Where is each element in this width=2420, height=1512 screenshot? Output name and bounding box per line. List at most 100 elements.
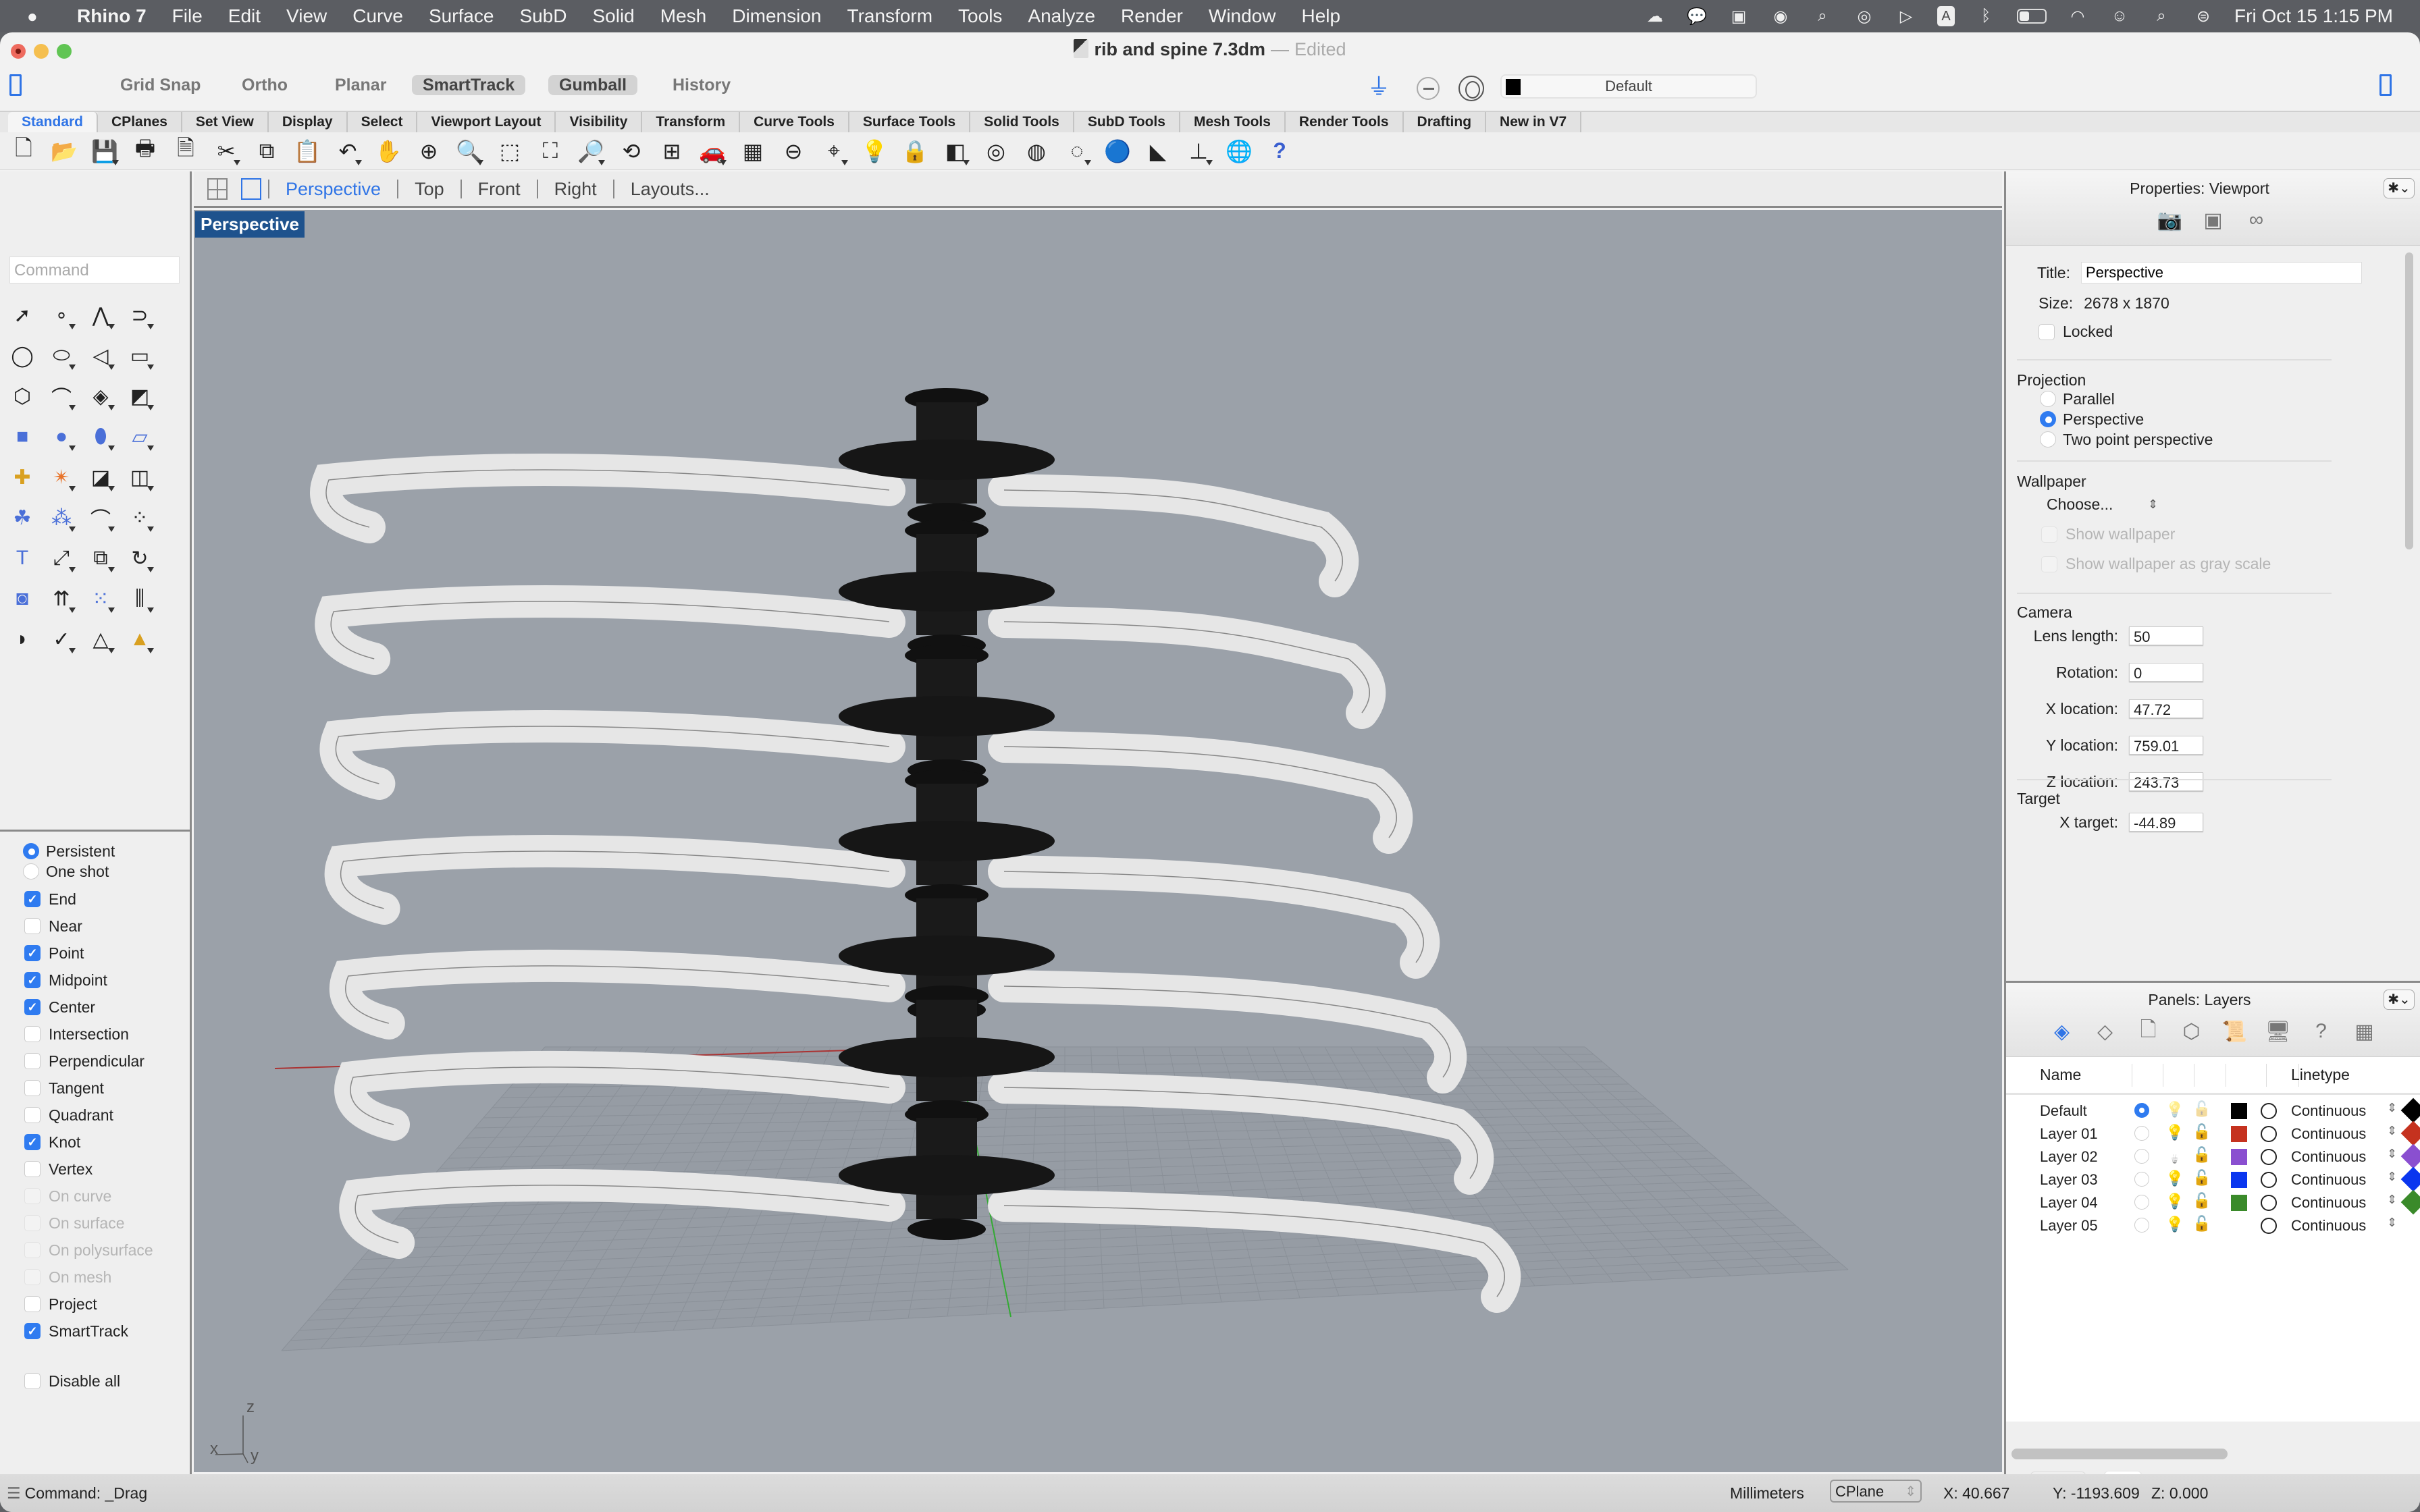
osnap-on-curve[interactable]: On curve [0, 1183, 192, 1210]
polyline-icon[interactable]: ⋀ [85, 300, 116, 331]
cplane-select[interactable]: CPlane [1830, 1480, 1922, 1503]
split-icon[interactable]: ◫ [124, 462, 155, 493]
menu-dimension[interactable]: Dimension [732, 5, 821, 27]
osnap-on-mesh[interactable]: On mesh [0, 1264, 192, 1291]
toolbar-tab-select[interactable]: Select [347, 112, 418, 132]
light-bulb-icon[interactable]: 💡 [2165, 1124, 2184, 1141]
toolbar-tab-solid-tools[interactable]: Solid Tools [970, 112, 1074, 132]
viewport-title-field[interactable] [2081, 262, 2362, 284]
viewport-tab-right[interactable]: Right [538, 179, 614, 198]
arc-icon[interactable]: ◁ [85, 340, 116, 371]
menu-analyze[interactable]: Analyze [1028, 5, 1095, 27]
radio-button[interactable] [23, 863, 39, 880]
units-label[interactable]: Millimeters [1730, 1484, 1804, 1503]
left-sidebar-toggle-icon[interactable] [9, 74, 22, 96]
link-icon[interactable]: ∞ [2243, 207, 2270, 234]
layer-name[interactable]: Layer 02 [2040, 1148, 2098, 1166]
properties-options-button[interactable]: ✱⌄ [2384, 178, 2415, 198]
unlocked-padlock-icon[interactable]: 🔓 [2192, 1169, 2211, 1187]
properties-icon[interactable]: 🗎 [170, 136, 201, 167]
bend-icon[interactable]: ◗ [7, 624, 38, 655]
toggle-grid-snap[interactable]: Grid Snap [109, 75, 211, 95]
perspective-viewport[interactable]: Perspective z x y [194, 210, 2002, 1472]
open-folder-icon[interactable]: 📂 [49, 136, 80, 167]
radio-button[interactable] [2040, 411, 2056, 427]
toolbar-tab-surface-tools[interactable]: Surface Tools [849, 112, 971, 132]
light-bulb-icon[interactable]: 💡 [2165, 1147, 2184, 1164]
toggle-smarttrack[interactable]: SmartTrack [412, 75, 526, 95]
layer-linetype[interactable]: Continuous [2291, 1194, 2366, 1212]
material-circle-icon[interactable] [2261, 1103, 2277, 1119]
layer-row[interactable]: Layer 04 💡 🔓 Continuous ⇕ [2006, 1189, 2420, 1215]
osnap-mode-one-shot[interactable]: One shot [0, 861, 192, 882]
toolbar-tab-transform[interactable]: Transform [642, 112, 741, 132]
osnap-vertex[interactable]: Vertex [0, 1156, 192, 1183]
toolbar-tab-curve-tools[interactable]: Curve Tools [740, 112, 849, 132]
checkbox[interactable]: ✓ [24, 945, 41, 961]
menu-tools[interactable]: Tools [958, 5, 1002, 27]
move-icon[interactable]: ⤢ [46, 543, 77, 574]
material-circle-icon[interactable] [2261, 1149, 2277, 1165]
linetype-stepper-icon[interactable]: ⇕ [2387, 1170, 2397, 1184]
food4rhino-icon[interactable]: 🌐 [1224, 136, 1255, 167]
circle-icon[interactable]: ◯ [7, 340, 38, 371]
layer-name[interactable]: Default [2040, 1102, 2087, 1120]
user-icon[interactable]: ☺ [2109, 5, 2130, 27]
checkbox[interactable]: ✓ [24, 999, 41, 1015]
field-x-target[interactable]: -44.89 [2129, 813, 2203, 832]
osnap-midpoint[interactable]: ✓ Midpoint [0, 967, 192, 994]
pan-hand-icon[interactable]: ✋ [373, 136, 404, 167]
box-icon[interactable]: ■ [7, 421, 38, 452]
zoom-icon[interactable]: ▣ [1728, 5, 1750, 27]
radio-button[interactable] [2040, 431, 2056, 448]
text-icon[interactable]: T [7, 543, 38, 574]
menu-surface[interactable]: Surface [429, 5, 494, 27]
viewport-layout-icon[interactable]: ⊞ [656, 136, 687, 167]
checkbox[interactable]: ✓ [24, 1134, 41, 1150]
light-bulb-icon[interactable]: 💡 [2165, 1193, 2184, 1210]
print-color-swatch[interactable] [2400, 1143, 2420, 1169]
creative-cloud-icon[interactable]: ☁ [1644, 5, 1666, 27]
properties-scrollbar[interactable] [2405, 252, 2413, 549]
zoom-extents-icon[interactable]: ⛶ [535, 136, 566, 167]
help-icon[interactable]: ? [1264, 136, 1295, 167]
menu-window[interactable]: Window [1209, 5, 1276, 27]
osnap-smarttrack[interactable]: ✓ SmartTrack [0, 1318, 192, 1345]
spotlight-icon[interactable]: ⌕ [2151, 5, 2172, 27]
ellipse-icon[interactable]: ⬭ [46, 340, 77, 371]
menu-curve[interactable]: Curve [352, 5, 403, 27]
toolbar-tab-render-tools[interactable]: Render Tools [1285, 112, 1404, 132]
viewport-tab-perspective[interactable]: Perspective [269, 179, 399, 198]
lock-icon[interactable]: 🔒 [899, 136, 930, 167]
layer-row[interactable]: Layer 03 💡 🔓 Continuous ⇕ [2006, 1166, 2420, 1192]
projection-perspective[interactable]: Perspective [2040, 409, 2213, 429]
disc-icon[interactable]: ◎ [1853, 5, 1875, 27]
checkbox[interactable] [24, 1107, 41, 1123]
array-icon[interactable]: ⁙ [85, 583, 116, 614]
play-icon[interactable]: ▷ [1895, 5, 1917, 27]
layer-name[interactable]: Layer 03 [2040, 1171, 2098, 1189]
unlocked-padlock-icon[interactable]: 🔓 [2192, 1146, 2211, 1164]
osnap-icon[interactable]: ⌖ [818, 136, 849, 167]
notes-icon[interactable]: 📜 [2221, 1018, 2248, 1045]
column-linetype[interactable]: Linetype [2291, 1066, 2350, 1084]
rib-left[interactable] [315, 585, 905, 675]
linetype-stepper-icon[interactable]: ⇕ [2387, 1101, 2397, 1115]
osnap-knot[interactable]: ✓ Knot [0, 1129, 192, 1156]
rotate-view-icon[interactable]: ⊕ [413, 136, 444, 167]
print-icon[interactable]: 🖶 [130, 136, 161, 167]
checkbox[interactable] [24, 1080, 41, 1096]
layer-linetype[interactable]: Continuous [2291, 1148, 2366, 1166]
polygon-icon[interactable]: ⬡ [7, 381, 38, 412]
print-color-swatch[interactable] [2400, 1166, 2420, 1192]
layer-linetype[interactable]: Continuous [2291, 1102, 2366, 1120]
field-x-location[interactable]: 47.72 [2129, 699, 2203, 718]
gumball-alignment-icon[interactable] [1417, 77, 1440, 100]
viewport-title-label[interactable]: Perspective [195, 211, 305, 238]
single-viewport-layout-icon[interactable] [241, 178, 261, 200]
curve-icon[interactable]: ⊃ [124, 300, 155, 331]
osnap-project[interactable]: Project [0, 1291, 192, 1318]
unlocked-padlock-icon[interactable]: 🔓 [2192, 1192, 2211, 1210]
checkbox[interactable] [24, 918, 41, 934]
checkbox[interactable] [24, 1161, 41, 1177]
